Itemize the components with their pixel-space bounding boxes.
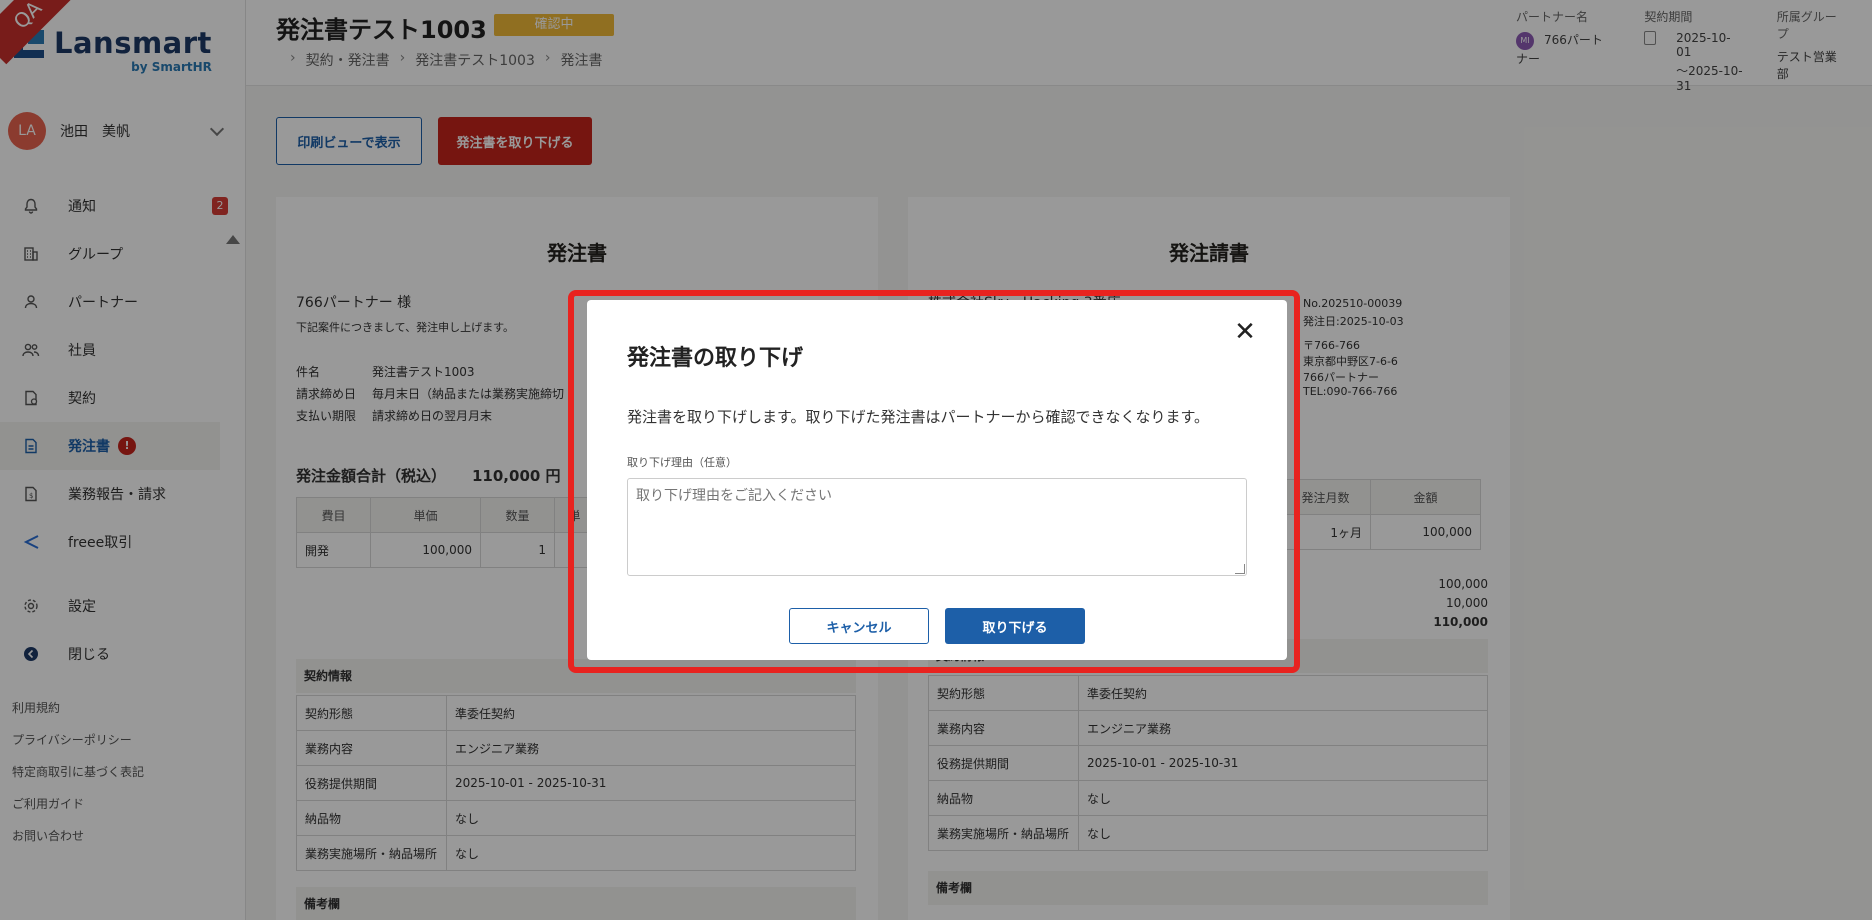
app-window: Lansmart by SmartHR QA LA 池田 美帆 通知 2 グルー… xyxy=(0,0,1872,920)
resize-handle-icon[interactable] xyxy=(1235,564,1245,574)
close-icon[interactable]: ✕ xyxy=(1229,316,1261,348)
reason-field-label: 取り下げ理由（任意） xyxy=(627,456,737,469)
dialog-message: 発注書を取り下げします。取り下げた発注書はパートナーから確認できなくなります。 xyxy=(627,408,1210,426)
confirm-withdraw-button[interactable]: 取り下げる xyxy=(945,608,1085,644)
reason-textarea[interactable] xyxy=(627,478,1247,576)
withdraw-dialog: 発注書の取り下げ ✕ 発注書を取り下げします。取り下げた発注書はパートナーから確… xyxy=(587,300,1287,660)
cancel-button[interactable]: キャンセル xyxy=(789,608,929,644)
dialog-title: 発注書の取り下げ xyxy=(627,346,804,371)
